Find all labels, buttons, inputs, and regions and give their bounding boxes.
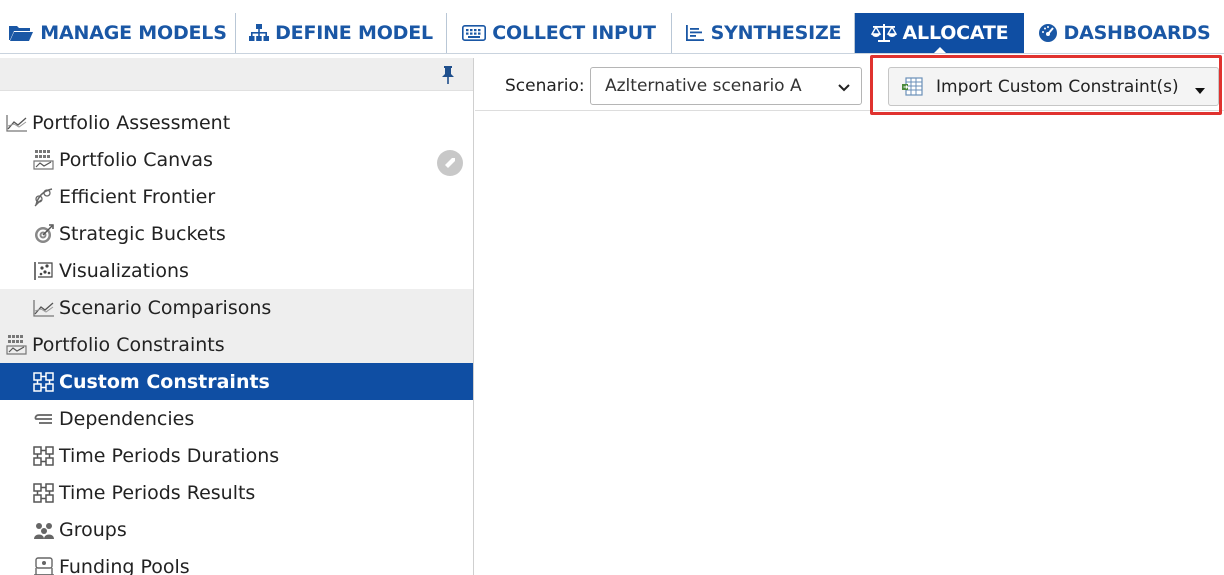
spreadsheet-import-icon xyxy=(901,77,925,97)
tab-label: COLLECT INPUT xyxy=(492,22,656,44)
tab-dashboards[interactable]: DASHBOARDS xyxy=(1024,13,1224,53)
sidebar-item-portfolio-constraints[interactable]: Portfolio Constraints xyxy=(0,326,473,363)
sidebar-item-label: Time Periods Results xyxy=(59,481,256,504)
constraints-icon xyxy=(33,371,55,393)
sidebar-item-efficient-frontier[interactable]: Efficient Frontier xyxy=(0,178,473,215)
sidebar-item-label: Dependencies xyxy=(59,407,195,430)
sidebar-item-visualizations[interactable]: Visualizations xyxy=(0,252,473,289)
keyboard-icon xyxy=(462,25,487,41)
sidebar-header xyxy=(0,58,473,91)
constraints-icon xyxy=(33,445,55,467)
sidebar-item-label: Custom Constraints xyxy=(59,370,270,393)
tab-label: MANAGE MODELS xyxy=(40,22,227,44)
sidebar-item-scenario-comparisons[interactable]: Scenario Comparisons xyxy=(0,289,473,326)
sidebar-item-label: Efficient Frontier xyxy=(59,185,216,208)
tab-label: SYNTHESIZE xyxy=(710,22,842,44)
scenario-selected-value: Azlternative scenario A xyxy=(605,76,802,96)
nav-divider xyxy=(0,53,1224,54)
sidebar-item-time-periods-durations[interactable]: Time Periods Durations xyxy=(0,437,473,474)
tab-synthesize[interactable]: SYNTHESIZE xyxy=(672,13,855,53)
tab-label: DASHBOARDS xyxy=(1063,22,1211,44)
tab-label: ALLOCATE xyxy=(902,22,1009,44)
line-chart-icon xyxy=(33,297,55,319)
sidebar: Portfolio Assessment Portfolio Canvas Ef… xyxy=(0,58,474,575)
main-navigation: MANAGE MODELS DEFINE MODEL COLLECT INPUT… xyxy=(0,0,1224,58)
tab-define-model[interactable]: DEFINE MODEL xyxy=(236,13,447,53)
sidebar-item-time-periods-results[interactable]: Time Periods Results xyxy=(0,474,473,511)
sidebar-item-label: Scenario Comparisons xyxy=(59,296,272,319)
sidebar-item-portfolio-assessment[interactable]: Portfolio Assessment xyxy=(0,104,473,141)
tab-collect-input[interactable]: COLLECT INPUT xyxy=(447,13,672,53)
import-button-label: Import Custom Constraint(s) xyxy=(936,77,1179,97)
visualization-icon xyxy=(33,260,55,282)
dependencies-icon xyxy=(33,408,55,430)
sidebar-item-portfolio-canvas[interactable]: Portfolio Canvas xyxy=(0,141,473,178)
folder-open-icon xyxy=(8,23,34,43)
balance-scale-icon xyxy=(870,23,897,43)
bar-chart-icon xyxy=(685,24,705,42)
sidebar-item-label: Portfolio Assessment xyxy=(32,111,231,134)
scenario-select[interactable]: Azlternative scenario A xyxy=(590,67,862,105)
chevron-down-icon xyxy=(837,80,851,94)
target-icon xyxy=(33,223,55,245)
frontier-icon xyxy=(33,186,55,208)
tab-allocate[interactable]: ALLOCATE xyxy=(855,13,1024,54)
groups-icon xyxy=(33,519,55,541)
pin-icon[interactable] xyxy=(440,65,456,85)
sidebar-item-label: Strategic Buckets xyxy=(59,222,226,245)
canvas-grid-icon xyxy=(6,334,28,356)
import-custom-constraints-button[interactable]: Import Custom Constraint(s) xyxy=(888,67,1219,106)
caret-down-icon[interactable] xyxy=(1194,83,1206,94)
tag-icon[interactable] xyxy=(437,150,463,176)
gauge-icon xyxy=(1038,23,1058,43)
canvas-grid-icon xyxy=(33,149,55,171)
sidebar-item-label: Portfolio Constraints xyxy=(32,333,225,356)
sitemap-icon xyxy=(249,23,270,43)
tab-label: DEFINE MODEL xyxy=(275,22,433,44)
sidebar-item-label: Portfolio Canvas xyxy=(59,148,213,171)
constraints-icon xyxy=(33,482,55,504)
sidebar-item-groups[interactable]: Groups xyxy=(0,511,473,548)
sidebar-item-strategic-buckets[interactable]: Strategic Buckets xyxy=(0,215,473,252)
sidebar-item-label: Groups xyxy=(59,518,127,541)
tab-manage-models[interactable]: MANAGE MODELS xyxy=(0,13,236,53)
line-chart-icon xyxy=(6,112,28,134)
sidebar-item-custom-constraints[interactable]: Custom Constraints xyxy=(0,363,473,400)
sidebar-item-label: Funding Pools xyxy=(59,555,190,575)
sidebar-item-label: Visualizations xyxy=(59,259,189,282)
sidebar-item-label: Time Periods Durations xyxy=(59,444,280,467)
sidebar-item-dependencies[interactable]: Dependencies xyxy=(0,400,473,437)
main-toolbar: Scenario: Azlternative scenario A Import… xyxy=(475,58,1224,111)
sidebar-item-funding-pools[interactable]: Funding Pools xyxy=(0,548,473,575)
scenario-label: Scenario: xyxy=(505,76,585,96)
funding-pools-icon xyxy=(33,556,55,575)
